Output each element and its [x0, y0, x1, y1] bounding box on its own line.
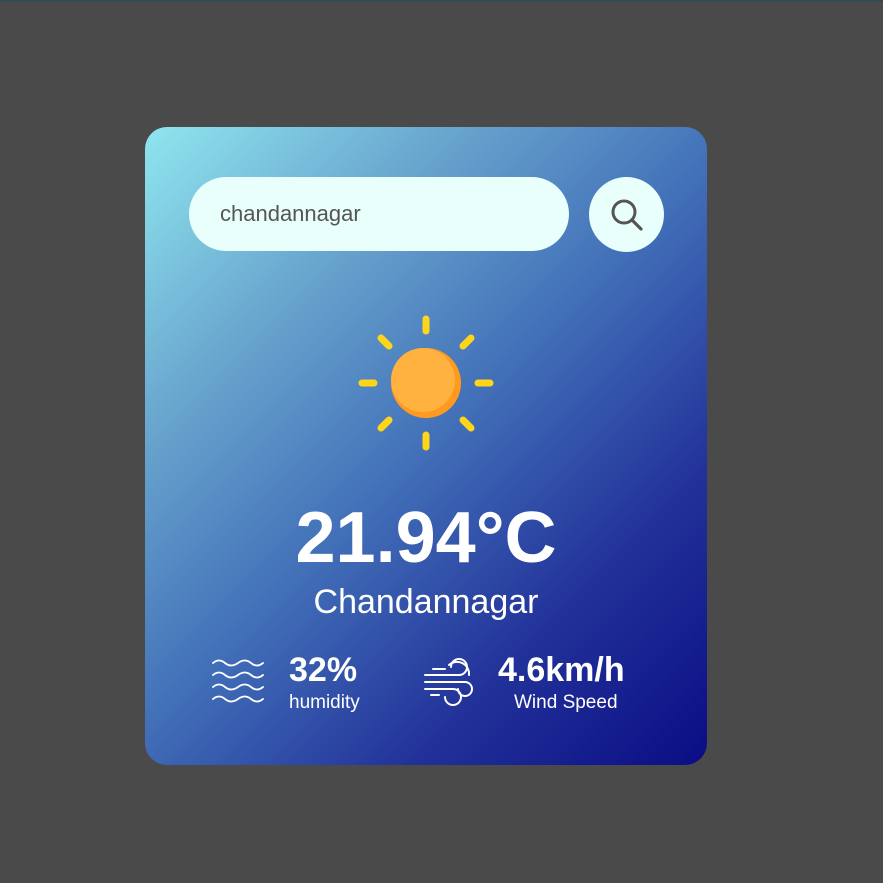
window-top-border — [0, 0, 883, 2]
wind-speed-value: 4.6km/h — [498, 651, 625, 689]
wind-speed-label: Wind Speed — [514, 692, 618, 713]
search-input[interactable] — [189, 177, 569, 251]
search-button[interactable] — [589, 177, 664, 252]
city-name: Chandannagar — [313, 583, 539, 621]
weather-card: 21.94°C Chandannagar 32% humidity 4.6km/… — [145, 127, 707, 765]
wind-icon — [424, 658, 473, 706]
humidity-value: 32% — [289, 651, 358, 689]
search-icon — [611, 199, 643, 231]
temperature-value: 21.94°C — [295, 498, 557, 578]
humidity-label: humidity — [289, 692, 360, 713]
sun-icon — [358, 315, 494, 451]
humidity-waves-icon — [212, 659, 264, 703]
